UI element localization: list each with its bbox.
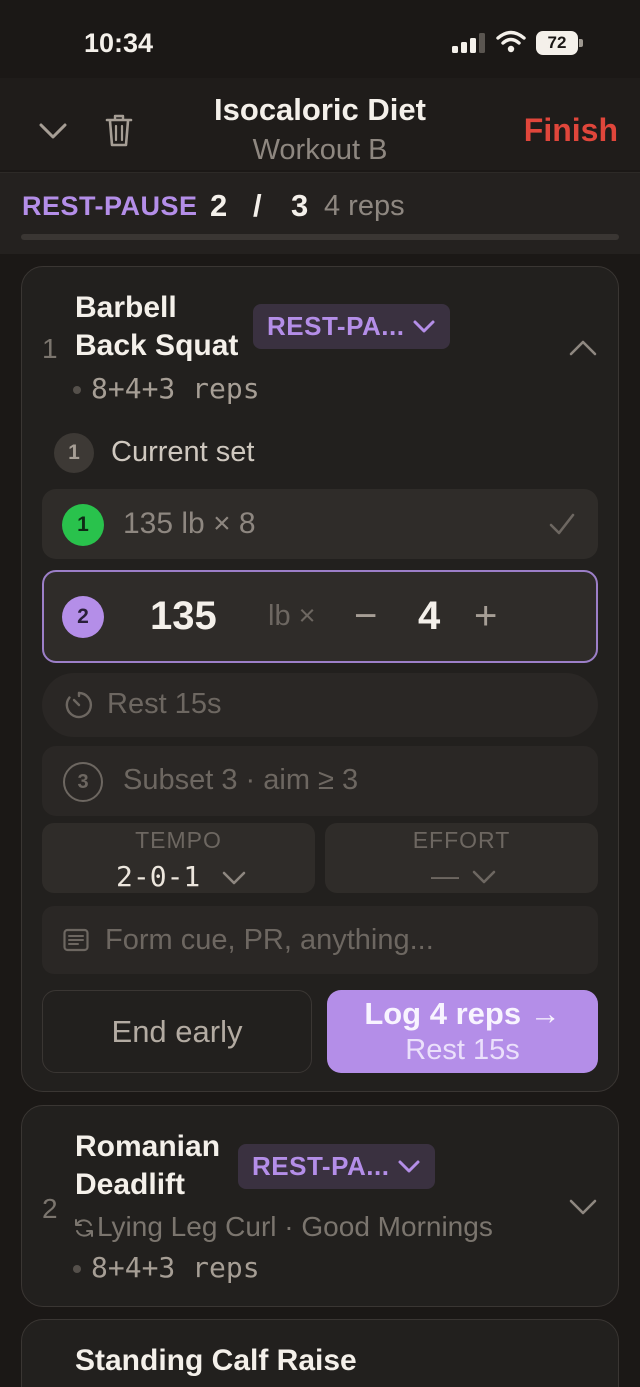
finish-button[interactable]: Finish bbox=[524, 112, 618, 149]
rest-pause-label: REST-PAUSE bbox=[22, 191, 198, 221]
weight-unit: lb × bbox=[268, 600, 316, 632]
chevron-down-icon bbox=[398, 1160, 420, 1172]
battery-level: 72 bbox=[536, 31, 578, 55]
mode-dropdown[interactable]: REST-PA... bbox=[253, 304, 451, 349]
alternatives-text: Lying Leg Curl · Good Mornings bbox=[97, 1211, 493, 1242]
active-set-row bbox=[42, 570, 598, 663]
rest-pause-progress-track bbox=[21, 234, 619, 240]
exercise-index: 2 bbox=[42, 1193, 58, 1224]
reps-value[interactable]: 4 bbox=[418, 594, 440, 639]
exercise-name-line1[interactable]: Romanian bbox=[75, 1128, 220, 1166]
completed-set-text: 135 lb × 8 bbox=[123, 507, 256, 540]
chevron-down-icon bbox=[413, 320, 435, 332]
tempo-value-text: 2-0-1 bbox=[116, 860, 201, 893]
reps-scheme: 8+4+3 reps bbox=[73, 1251, 260, 1284]
timer-icon bbox=[65, 691, 93, 719]
mode-dropdown-label: REST-PA... bbox=[267, 311, 405, 341]
exercise-name[interactable]: Standing Calf Raise bbox=[75, 1342, 357, 1380]
mode-dropdown[interactable]: REST-PA... bbox=[238, 1144, 436, 1189]
tempo-label: TEMPO bbox=[135, 827, 222, 853]
upcoming-subset-text: Subset 3 · aim ≥ 3 bbox=[123, 764, 359, 796]
rest-pause-reps: 4 reps bbox=[324, 190, 405, 222]
expand-card-chevron-down-icon[interactable] bbox=[569, 1197, 597, 1217]
current-set-label: Current set bbox=[111, 436, 255, 468]
collapse-card-chevron-up-icon[interactable] bbox=[569, 338, 597, 358]
tempo-value[interactable]: 2-0-1 bbox=[116, 860, 247, 893]
effort-label: EFFORT bbox=[412, 827, 511, 853]
current-set-badge: 1 bbox=[54, 433, 94, 473]
note-input[interactable] bbox=[105, 920, 575, 960]
increment-reps-button[interactable]: + bbox=[474, 594, 497, 639]
bullet-dot bbox=[73, 386, 81, 394]
alternatives-line: Lying Leg Curl · Good Mornings bbox=[73, 1211, 493, 1243]
reps-scheme: 8+4+3 reps bbox=[73, 372, 260, 405]
battery-icon: 72 bbox=[536, 31, 584, 55]
chevron-down-icon bbox=[472, 870, 496, 884]
exercise-name-line2[interactable]: Back Squat bbox=[75, 327, 238, 365]
upcoming-subset-number: 3 bbox=[63, 762, 103, 802]
log-reps-button[interactable]: Log 4 reps → Rest 15s bbox=[327, 990, 598, 1073]
note-icon bbox=[63, 928, 89, 952]
rest-pause-current: 2 bbox=[210, 188, 228, 223]
bullet-dot bbox=[73, 1265, 81, 1273]
swap-icon bbox=[75, 1219, 93, 1237]
checkmark-icon bbox=[549, 513, 575, 535]
log-rest-sublabel: Rest 15s bbox=[405, 1033, 520, 1066]
effort-value-text: — bbox=[431, 860, 459, 891]
decrement-reps-button[interactable]: − bbox=[354, 594, 377, 639]
reps-scheme-text: 8+4+3 reps bbox=[91, 1251, 260, 1284]
exercise-index: 1 bbox=[42, 333, 58, 364]
end-early-button[interactable]: End early bbox=[42, 990, 312, 1073]
active-set-number: 2 bbox=[62, 596, 104, 638]
cellular-signal-icon bbox=[452, 33, 485, 53]
exercise-name-line1[interactable]: Barbell bbox=[75, 289, 177, 327]
wifi-icon bbox=[496, 30, 526, 53]
exercise-name-line2[interactable]: Deadlift bbox=[75, 1166, 185, 1204]
rest-duration-text: Rest 15s bbox=[107, 688, 222, 720]
reps-scheme-text: 8+4+3 reps bbox=[91, 372, 260, 405]
rest-pause-total: 3 bbox=[291, 188, 309, 223]
status-time: 10:34 bbox=[84, 28, 154, 58]
rest-pause-separator: / bbox=[253, 188, 262, 223]
completed-set-number: 1 bbox=[62, 504, 104, 546]
weight-input[interactable]: 135 bbox=[150, 594, 217, 639]
chevron-down-icon bbox=[222, 871, 246, 885]
log-reps-label: Log 4 reps → bbox=[364, 995, 561, 1031]
mode-dropdown-label: REST-PA... bbox=[252, 1151, 390, 1181]
effort-value[interactable]: — bbox=[431, 860, 497, 892]
